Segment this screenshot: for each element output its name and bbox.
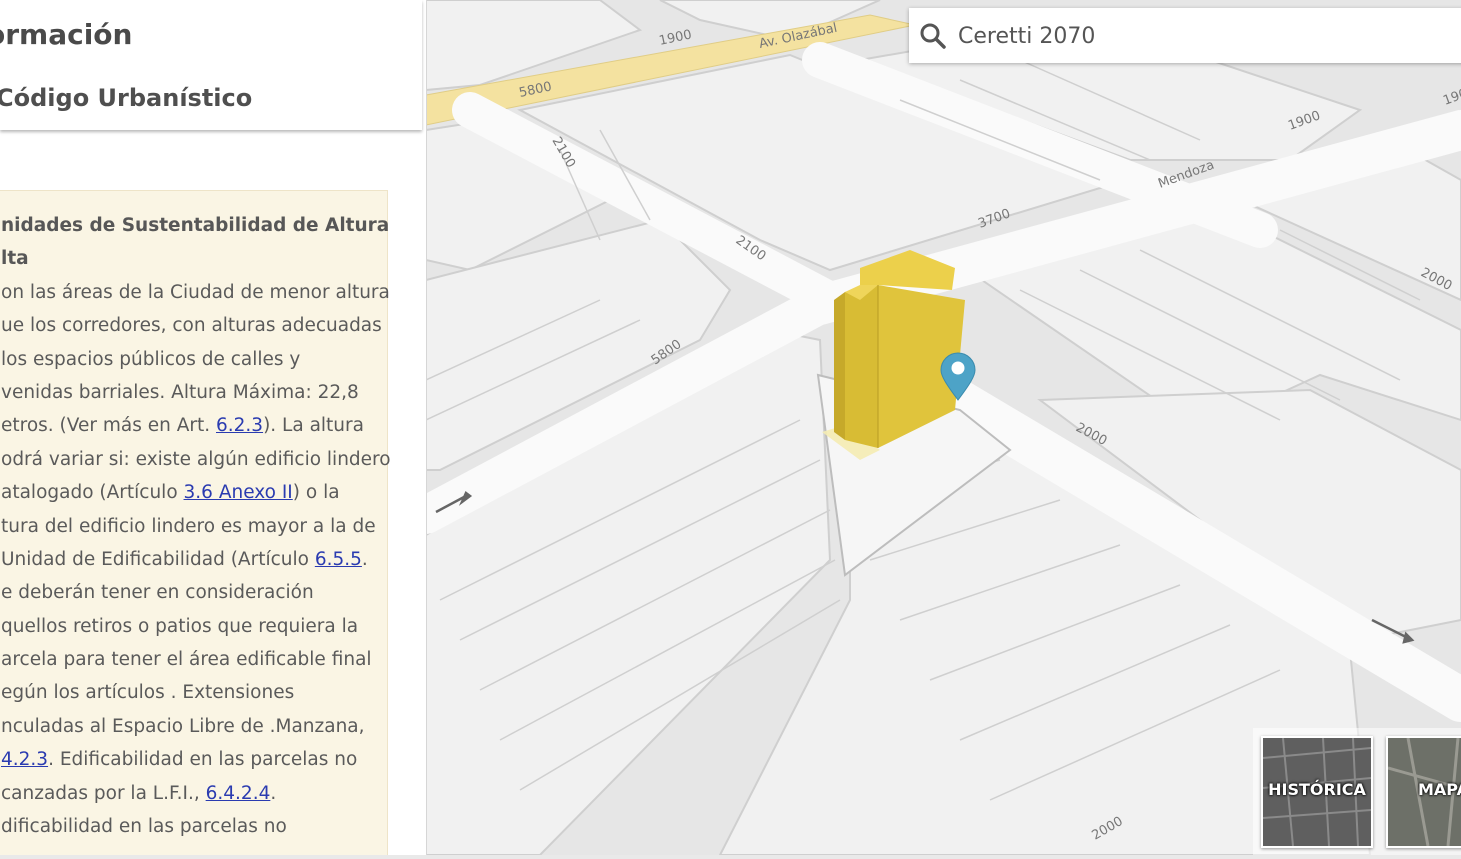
layer-mapa-label: MAPA — [1418, 780, 1461, 799]
card-text: . — [270, 782, 277, 804]
card-text-line: arcela para tener el área edificable fin… — [0, 643, 387, 676]
article-link[interactable]: 3.6 Anexo II — [184, 482, 293, 503]
card-text-line: 4.2.3. Edificabilidad en las parcelas no — [0, 743, 387, 776]
card-text-line: venidas barriales. Altura Máxima: 22,8 — [0, 376, 387, 409]
card-text-line: etros. (Ver más en Art. 6.2.3). La altur… — [0, 409, 387, 442]
layer-mapa-button[interactable]: MAPA — [1386, 736, 1461, 848]
card-text: ). La altura — [263, 415, 364, 437]
zoning-info-card: nidades de Sustentabilidad de Altura lta o… — [0, 190, 391, 855]
card-text: venidas barriales. Altura Máxima: 22,8 — [1, 381, 359, 403]
card-heading-line: nidades de Sustentabilidad de Altura — [0, 209, 390, 242]
panel-subtitle: Código Urbanístico — [0, 84, 253, 112]
search-icon[interactable] — [919, 22, 947, 50]
card-text: nculadas al Espacio Libre de .Manzana, — [1, 715, 365, 737]
card-text: canzadas por la L.F.I., — [1, 782, 206, 804]
card-text: dificabilidad en las parcelas no — [1, 816, 287, 838]
address-search-box[interactable] — [909, 8, 1461, 63]
panel-header: ormación Código Urbanístico — [0, 0, 422, 130]
card-text: on las áreas de la Ciudad de menor altur… — [1, 281, 390, 303]
card-heading-line: lta — [0, 242, 387, 275]
card-text-line: canzadas por la L.F.I., 6.4.2.4. — [0, 777, 387, 810]
map-view[interactable]: Av. Olazábal 5800 1900 2100 1900 Mendoza 3700 2… — [407, 0, 1461, 856]
card-text-line: quellos retiros o patios que requiera la — [0, 610, 387, 643]
card-text-line: egún los artículos . Extensiones — [0, 676, 387, 709]
card-text: arcela para tener el área edificable fin… — [1, 649, 372, 671]
card-text-line: ue los corredores, con alturas adecuadas — [0, 309, 387, 342]
card-text-line: atalogado (Artículo 3.6 Anexo II) o la — [0, 476, 387, 509]
card-text: lta — [1, 248, 29, 270]
card-text: quellos retiros o patios que requiera la — [1, 615, 359, 637]
card-text-line: dificabilidad en las parcelas no — [0, 810, 387, 843]
card-text: . — [361, 548, 368, 570]
card-text: odrá variar si: existe algún edificio li… — [1, 448, 391, 470]
panel-title: ormación — [0, 18, 133, 51]
card-text-line: on las áreas de la Ciudad de menor altur… — [0, 276, 390, 309]
card-text-line: Unidad de Edificabilidad (Artículo 6.5.5… — [0, 543, 387, 576]
card-text: los espacios públicos de calles y — [1, 348, 301, 370]
layer-historica-label: HISTÓRICA — [1268, 780, 1366, 799]
card-text-line: nculadas al Espacio Libre de .Manzana, — [0, 710, 387, 743]
card-text: egún los artículos . Extensiones — [1, 682, 295, 704]
article-link[interactable]: 6.4.2.4 — [206, 783, 271, 804]
card-text: . Edificabilidad en las parcelas no — [48, 749, 358, 771]
card-text-line: los espacios públicos de calles y — [0, 343, 387, 376]
card-text: atalogado (Artículo — [1, 482, 184, 504]
card-text: ue los corredores, con alturas adecuadas — [1, 315, 382, 337]
info-sidebar: ormación Código Urbanístico nidades de S… — [0, 0, 427, 855]
layer-historica-button[interactable]: HISTÓRICA — [1261, 736, 1373, 848]
card-text-line: odrá variar si: existe algún edificio li… — [0, 443, 391, 476]
search-input[interactable] — [956, 17, 1440, 55]
card-text: ) o la — [292, 482, 340, 504]
card-text: nidades de Sustentabilidad de Altura — [1, 215, 390, 236]
article-link[interactable]: 4.2.3 — [1, 749, 48, 770]
card-text-line: tura del edificio lindero es mayor a la … — [0, 510, 387, 543]
card-text: tura del edificio lindero es mayor a la … — [1, 515, 376, 537]
article-link[interactable]: 6.5.5 — [315, 549, 362, 570]
card-text: etros. (Ver más en Art. — [1, 415, 216, 437]
article-link[interactable]: 6.2.3 — [216, 415, 263, 436]
card-text-line: e deberán tener en consideración — [0, 576, 387, 609]
card-text: Unidad de Edificabilidad (Artículo — [1, 548, 315, 570]
card-text: e deberán tener en consideración — [1, 582, 314, 604]
